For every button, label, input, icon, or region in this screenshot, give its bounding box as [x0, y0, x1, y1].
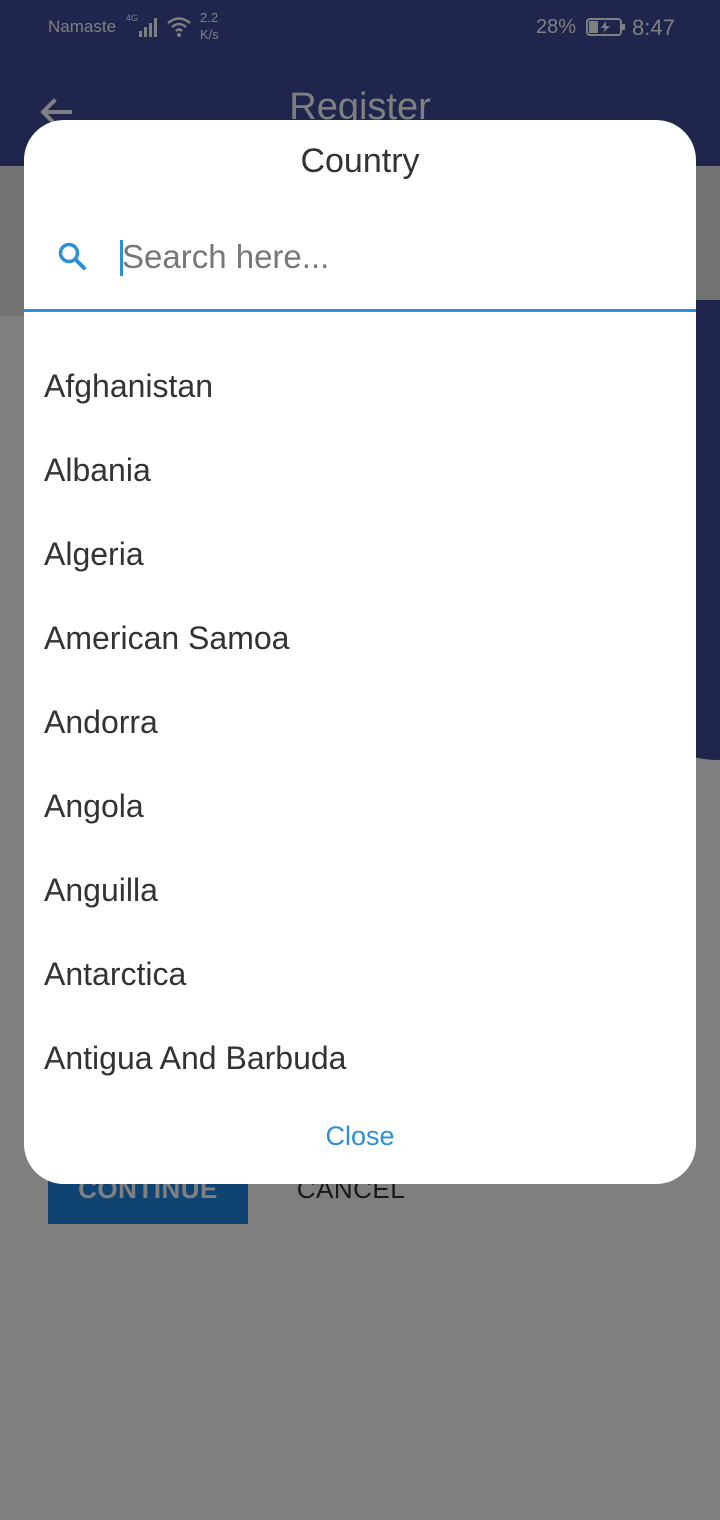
country-picker-dialog: Country Afghanistan Albania Algeria Amer…	[24, 120, 696, 1184]
search-input[interactable]	[122, 230, 662, 284]
country-item-andorra[interactable]: Andorra	[24, 680, 696, 764]
country-item-american-samoa[interactable]: American Samoa	[24, 596, 696, 680]
country-item-algeria[interactable]: Algeria	[24, 512, 696, 596]
country-item-angola[interactable]: Angola	[24, 764, 696, 848]
dialog-title: Country	[300, 142, 420, 180]
country-item-antarctica[interactable]: Antarctica	[24, 932, 696, 1016]
close-button[interactable]: Close	[260, 1110, 460, 1162]
country-item-albania[interactable]: Albania	[24, 428, 696, 512]
country-item-afghanistan[interactable]: Afghanistan	[24, 344, 696, 428]
country-item-anguilla[interactable]: Anguilla	[24, 848, 696, 932]
country-item-antigua-and-barbuda[interactable]: Antigua And Barbuda	[24, 1016, 696, 1100]
search-bar	[24, 216, 696, 312]
country-list: Afghanistan Albania Algeria American Sam…	[24, 344, 696, 1100]
search-icon	[58, 242, 86, 270]
